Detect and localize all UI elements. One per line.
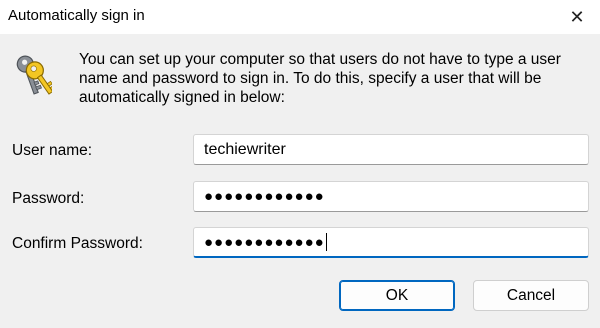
instructions-text: You can set up your computer so that use…: [79, 51, 561, 106]
username-value: techiewriter: [204, 140, 286, 158]
title-bar: Automatically sign in ✕: [0, 0, 600, 34]
ok-button[interactable]: OK: [339, 280, 455, 311]
text-caret: [325, 233, 327, 251]
dialog-content: You can set up your computer so that use…: [0, 34, 600, 328]
confirm-password-field[interactable]: ●●●●●●●●●●●●: [193, 227, 589, 258]
confirm-password-value: ●●●●●●●●●●●●: [204, 233, 325, 251]
window-title: Automatically sign in: [8, 7, 145, 24]
username-label: User name:: [12, 142, 93, 159]
close-icon: ✕: [569, 6, 585, 27]
password-label: Password:: [12, 190, 85, 207]
auto-sign-in-dialog: Automatically sign in ✕ You can set up y…: [0, 0, 600, 328]
close-button[interactable]: ✕: [554, 0, 600, 34]
username-field[interactable]: techiewriter: [193, 134, 589, 165]
cancel-button[interactable]: Cancel: [473, 280, 589, 311]
keys-icon: [16, 55, 52, 95]
password-field[interactable]: ●●●●●●●●●●●●: [193, 181, 589, 212]
password-value: ●●●●●●●●●●●●: [204, 188, 325, 205]
confirm-password-label: Confirm Password:: [12, 235, 143, 252]
